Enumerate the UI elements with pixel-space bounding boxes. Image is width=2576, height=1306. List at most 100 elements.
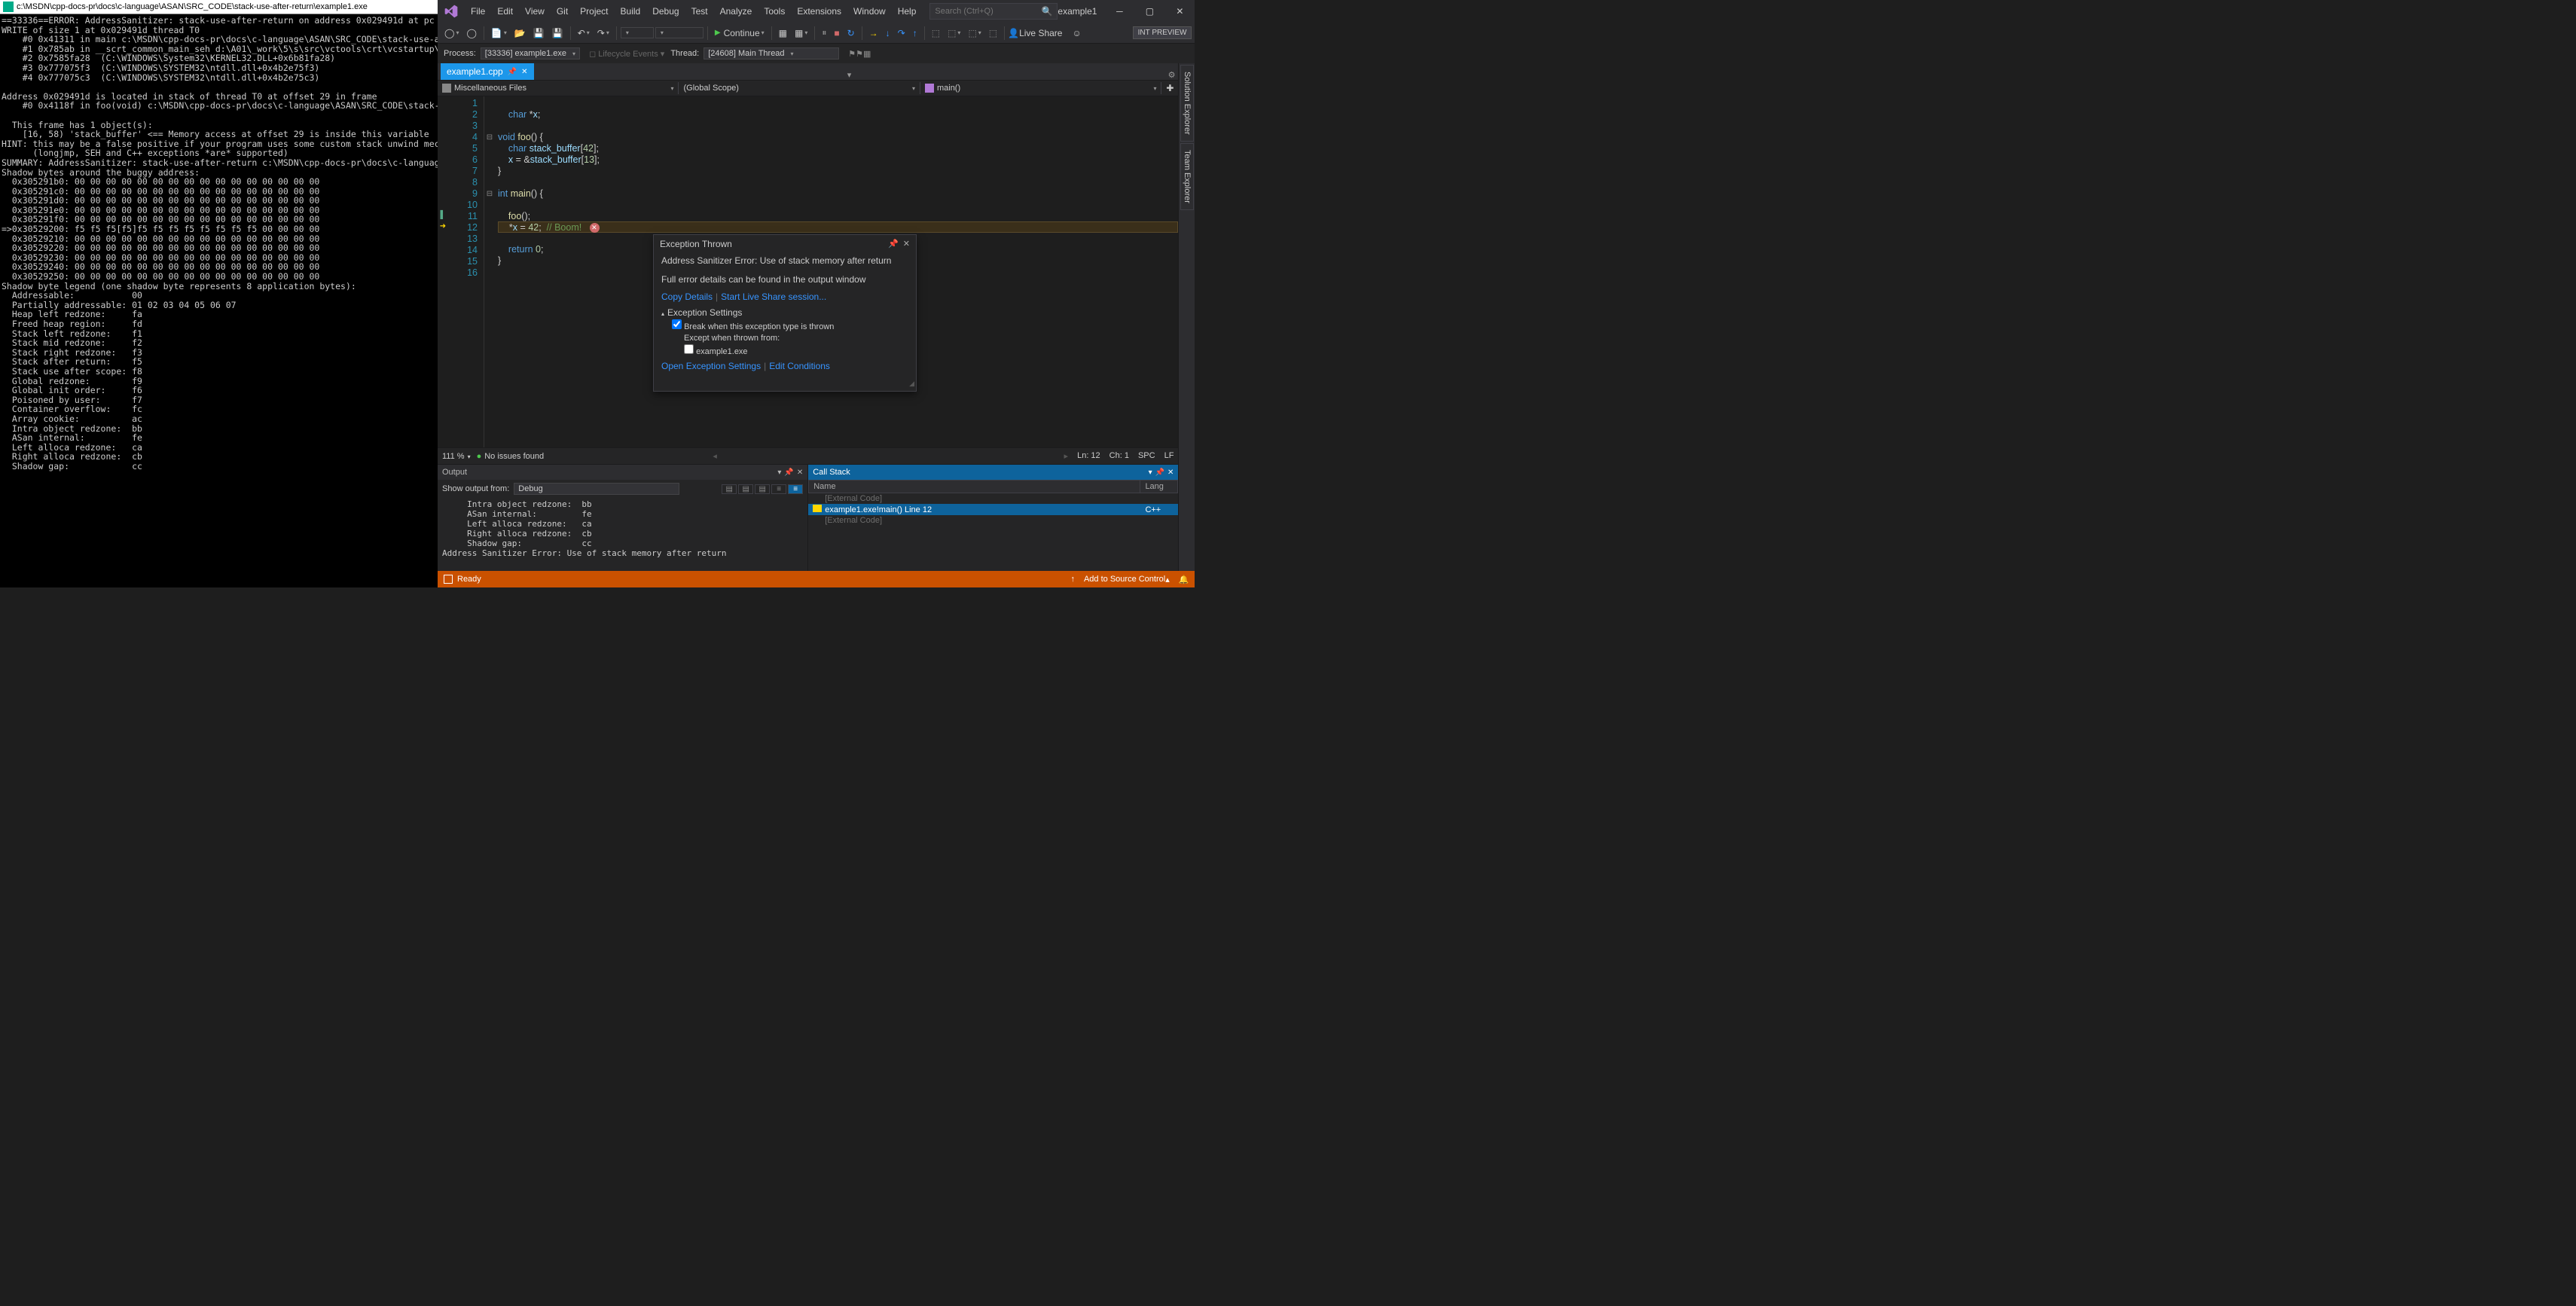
callstack-row[interactable]: example1.exe!main() Line 12C++ xyxy=(808,504,1178,515)
callstack-table[interactable]: NameLang xyxy=(808,480,1178,493)
callstack-row[interactable]: [External Code] xyxy=(808,493,1178,504)
config-combo[interactable] xyxy=(621,27,654,38)
search-input[interactable] xyxy=(935,7,1033,16)
add-source-control-button[interactable]: ↑ Add to Source Control ▴ xyxy=(1070,575,1169,584)
menu-build[interactable]: Build xyxy=(615,2,647,20)
menu-tools[interactable]: Tools xyxy=(758,2,791,20)
nav-back-button[interactable]: ◯ xyxy=(441,26,462,40)
step-into-button[interactable]: ↓ xyxy=(883,26,893,40)
thread-combo[interactable]: [24608] Main Thread xyxy=(704,47,839,60)
team-explorer-tab[interactable]: Team Explorer xyxy=(1180,143,1194,210)
code-editor[interactable]: ▌➜ 12345678910111213141516 ⊟⊟ char *x; v… xyxy=(438,96,1178,447)
output-btn-5[interactable]: ≡ xyxy=(788,484,803,494)
live-share-button[interactable]: 👤 Live Share xyxy=(1008,28,1062,38)
cs-pin-icon[interactable]: 📌 xyxy=(1155,468,1164,477)
doctab-example1[interactable]: example1.cpp 📌 ✕ xyxy=(441,63,534,80)
undo-button[interactable]: ↶ xyxy=(575,26,593,40)
output-close-icon[interactable]: ✕ xyxy=(797,468,803,477)
continue-button[interactable]: Continue xyxy=(712,26,768,40)
break-when-thrown-checkbox[interactable]: Break when this exception type is thrown xyxy=(672,319,908,333)
output-source-combo[interactable]: Debug xyxy=(514,483,679,495)
fold-gutter[interactable]: ⊟⊟ xyxy=(484,96,495,447)
show-next-stmt-button[interactable]: → xyxy=(866,26,881,40)
resize-grip-icon[interactable]: ◢ xyxy=(654,378,916,391)
menu-analyze[interactable]: Analyze xyxy=(714,2,758,20)
cs-close-icon[interactable]: ✕ xyxy=(1167,468,1174,477)
menu-help[interactable]: Help xyxy=(892,2,923,20)
open-exception-settings-link[interactable]: Open Exception Settings xyxy=(661,361,761,371)
dbg-extra-2[interactable]: ⬚ xyxy=(945,26,963,40)
console-titlebar[interactable]: c:\MSDN\cpp-docs-pr\docs\c-language\ASAN… xyxy=(0,0,438,14)
search-box[interactable]: 🔍 xyxy=(929,3,1058,20)
output-btn-2[interactable]: ▤ xyxy=(738,484,753,494)
minimize-button[interactable]: ─ xyxy=(1104,0,1134,23)
dbg-extra-3[interactable]: ⬚ xyxy=(965,26,984,40)
open-button[interactable]: 📂 xyxy=(511,26,529,40)
exc-close-icon[interactable]: ✕ xyxy=(903,239,910,250)
stackframe-btn[interactable]: ▦ xyxy=(863,49,871,59)
nav-project-combo[interactable]: Miscellaneous Files xyxy=(438,82,679,94)
close-tab-icon[interactable]: ✕ xyxy=(521,68,527,76)
code-area[interactable]: char *x; void foo() { char stack_buffer[… xyxy=(495,96,1178,447)
menu-debug[interactable]: Debug xyxy=(646,2,685,20)
thread-btn-1[interactable]: ⚑ xyxy=(848,49,856,59)
output-btn-3[interactable]: ▤ xyxy=(755,484,770,494)
stop-button[interactable]: ■ xyxy=(831,26,842,40)
menu-git[interactable]: Git xyxy=(551,2,574,20)
zoom-combo[interactable]: 111 % xyxy=(442,452,471,461)
eol-indicator[interactable]: LF xyxy=(1164,451,1174,461)
step-over-button[interactable]: ↷ xyxy=(895,26,908,40)
exception-settings-header[interactable]: Exception Settings xyxy=(661,307,908,319)
saveall-button[interactable]: 💾 xyxy=(549,26,566,40)
menu-file[interactable]: File xyxy=(465,2,491,20)
output-pin-icon[interactable]: 📌 xyxy=(784,468,793,477)
menu-project[interactable]: Project xyxy=(574,2,614,20)
output-btn-1[interactable]: ▤ xyxy=(722,484,737,494)
process-combo[interactable]: [33336] example1.exe xyxy=(481,47,580,60)
menu-test[interactable]: Test xyxy=(685,2,714,20)
output-btn-4[interactable]: ≡ xyxy=(771,484,786,494)
menu-edit[interactable]: Edit xyxy=(491,2,519,20)
solution-explorer-tab[interactable]: Solution Explorer xyxy=(1180,65,1194,142)
copy-details-link[interactable]: Copy Details xyxy=(661,291,713,302)
cs-col-lang[interactable]: Lang xyxy=(1140,481,1178,493)
cs-menu-icon[interactable]: ▾ xyxy=(1149,468,1152,477)
start-liveshare-link[interactable]: Start Live Share session... xyxy=(721,291,826,302)
nav-scope-combo[interactable]: (Global Scope) xyxy=(679,82,920,94)
callstack-rows[interactable]: [External Code]example1.exe!main() Line … xyxy=(808,493,1178,526)
menu-view[interactable]: View xyxy=(519,2,551,20)
console-title-text: c:\MSDN\cpp-docs-pr\docs\c-language\ASAN… xyxy=(17,2,368,11)
dbg-extra-4[interactable]: ⬚ xyxy=(986,26,1000,40)
notifications-icon[interactable]: 🔔 xyxy=(1179,575,1189,584)
dbg-extra-1[interactable]: ⬚ xyxy=(929,26,943,40)
nav-fwd-button[interactable]: ◯ xyxy=(463,26,479,40)
output-menu-icon[interactable]: ▾ xyxy=(777,468,781,477)
menu-window[interactable]: Window xyxy=(847,2,892,20)
edit-conditions-link[interactable]: Edit Conditions xyxy=(769,361,830,371)
dbg-btn-2[interactable]: ▦ xyxy=(792,26,810,40)
close-button[interactable]: ✕ xyxy=(1164,0,1195,23)
nav-member-combo[interactable]: main() xyxy=(920,82,1161,94)
dbg-btn-1[interactable]: ▦ xyxy=(776,26,790,40)
step-out-button[interactable]: ↑ xyxy=(910,26,920,40)
pin-icon[interactable]: 📌 xyxy=(508,68,517,76)
save-button[interactable]: 💾 xyxy=(530,26,548,40)
thread-btn-2[interactable]: ⚑ xyxy=(856,49,863,59)
redo-button[interactable]: ↷ xyxy=(594,26,612,40)
lifecycle-events-button[interactable]: ◻ Lifecycle Events ▾ xyxy=(589,49,664,59)
exc-pin-icon[interactable]: 📌 xyxy=(888,239,899,250)
restart-button[interactable]: ↻ xyxy=(844,26,858,40)
maximize-button[interactable]: ▢ xyxy=(1134,0,1164,23)
feedback-button[interactable]: ☺ xyxy=(1069,26,1084,40)
tab-settings-button[interactable]: ⚙ xyxy=(1165,70,1179,80)
except-example1-checkbox[interactable]: example1.exe xyxy=(684,344,908,358)
nav-split-button[interactable]: ✚ xyxy=(1161,83,1178,93)
indent-indicator[interactable]: SPC xyxy=(1138,451,1155,461)
pause-button[interactable]: ⏸ xyxy=(819,26,829,40)
new-button[interactable]: 📄 xyxy=(488,26,510,40)
callstack-row[interactable]: [External Code] xyxy=(808,515,1178,526)
menu-extensions[interactable]: Extensions xyxy=(791,2,847,20)
tab-overflow-button[interactable]: ▾ xyxy=(844,70,855,80)
platform-combo[interactable] xyxy=(655,27,704,38)
cs-col-name[interactable]: Name xyxy=(809,481,1140,493)
